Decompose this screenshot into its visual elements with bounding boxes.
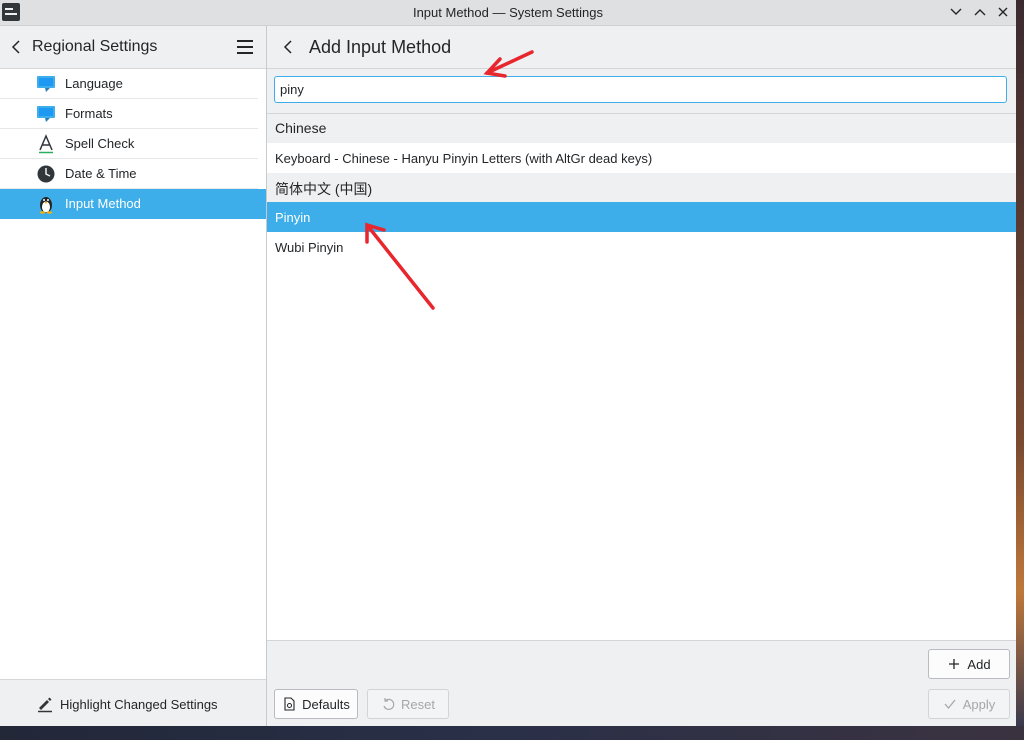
sidebar-header: Regional Settings (0, 26, 266, 69)
minimize-button[interactable] (946, 3, 966, 21)
list-item-label: Wubi Pinyin (275, 240, 344, 255)
apply-button[interactable]: Apply (928, 689, 1010, 719)
add-button-label: Add (967, 656, 991, 672)
hamburger-menu-button[interactable] (234, 38, 256, 56)
main-footer: Add Defaults Reset Apply (267, 640, 1016, 727)
plus-icon (949, 659, 960, 669)
sidebar-item-date-time[interactable]: Date & Time (0, 159, 258, 189)
reset-button[interactable]: Reset (367, 689, 449, 719)
chevron-up-icon (974, 9, 986, 16)
checkmark-icon (944, 699, 956, 710)
window-title: Input Method — System Settings (412, 5, 604, 20)
sidebar-item-spell-check[interactable]: Spell Check (0, 129, 258, 159)
chevron-down-icon (950, 8, 962, 15)
desktop-wallpaper-bottom (0, 726, 1024, 740)
add-button[interactable]: Add (928, 649, 1010, 679)
back-button[interactable] (278, 36, 298, 58)
maximize-button[interactable] (970, 3, 990, 21)
sidebar-item-label: Language (65, 76, 123, 91)
sidebar-footer: Highlight Changed Settings (0, 679, 266, 726)
list-item[interactable]: Wubi Pinyin (267, 232, 1016, 262)
sidebar-item-label: Spell Check (65, 136, 135, 151)
list-item-label: Pinyin (275, 210, 311, 225)
sidebar-item-formats[interactable]: Formats (0, 99, 258, 129)
sidebar: Regional Settings Language Formats Spell… (0, 26, 267, 726)
defaults-button-label: Defaults (302, 696, 350, 712)
document-defaults-icon (284, 697, 295, 711)
sidebar-back-button[interactable] (6, 36, 26, 58)
list-item-label: Keyboard - Chinese - Hanyu Pinyin Letter… (275, 151, 653, 166)
reset-button-label: Reset (401, 696, 435, 712)
sidebar-nav: Language Formats Spell Check Date & Time… (0, 69, 266, 219)
sidebar-item-input-method[interactable]: Input Method (0, 189, 266, 219)
sidebar-item-label: Formats (65, 106, 113, 121)
close-button[interactable] (993, 3, 1013, 21)
input-method-list: Chinese Keyboard - Chinese - Hanyu Pinyi… (267, 114, 1016, 262)
page-title: Add Input Method (309, 37, 452, 57)
list-section-header: Chinese (267, 114, 1016, 143)
search-input[interactable] (274, 76, 1007, 103)
search-bar (267, 69, 1016, 114)
title-bar[interactable]: Input Method — System Settings (0, 0, 1016, 26)
language-icon (37, 76, 55, 92)
undo-icon (383, 698, 395, 710)
clock-icon (37, 165, 55, 183)
sidebar-item-language[interactable]: Language (0, 69, 258, 99)
highlight-changed-settings-label: Highlight Changed Settings (60, 696, 218, 712)
apply-button-label: Apply (962, 696, 996, 712)
system-settings-window: Input Method — System Settings Regional … (0, 0, 1016, 727)
sidebar-title: Regional Settings (32, 38, 158, 55)
list-section-header: 简体中文 (中国) (267, 173, 1016, 202)
sidebar-item-label: Input Method (65, 196, 141, 211)
main-panel: Add Input Method Chinese Keyboard - Chin… (267, 26, 1016, 727)
highlight-pen-icon (38, 697, 52, 713)
defaults-button[interactable]: Defaults (274, 689, 358, 719)
main-header: Add Input Method (267, 26, 1016, 69)
penguin-icon (40, 197, 52, 214)
list-item-selected[interactable]: Pinyin (267, 202, 1016, 232)
spellcheck-icon (39, 134, 53, 154)
chevron-left-icon (11, 40, 20, 54)
highlight-changed-settings-button[interactable]: Highlight Changed Settings (36, 694, 218, 714)
close-icon (998, 7, 1008, 17)
section-label: Chinese (275, 120, 327, 136)
section-label: 简体中文 (中国) (275, 181, 373, 197)
sidebar-item-label: Date & Time (65, 166, 137, 181)
formats-icon (37, 106, 55, 122)
chevron-left-icon (283, 40, 292, 54)
list-item[interactable]: Keyboard - Chinese - Hanyu Pinyin Letter… (267, 143, 1016, 173)
desktop-wallpaper-edge (1016, 0, 1024, 740)
